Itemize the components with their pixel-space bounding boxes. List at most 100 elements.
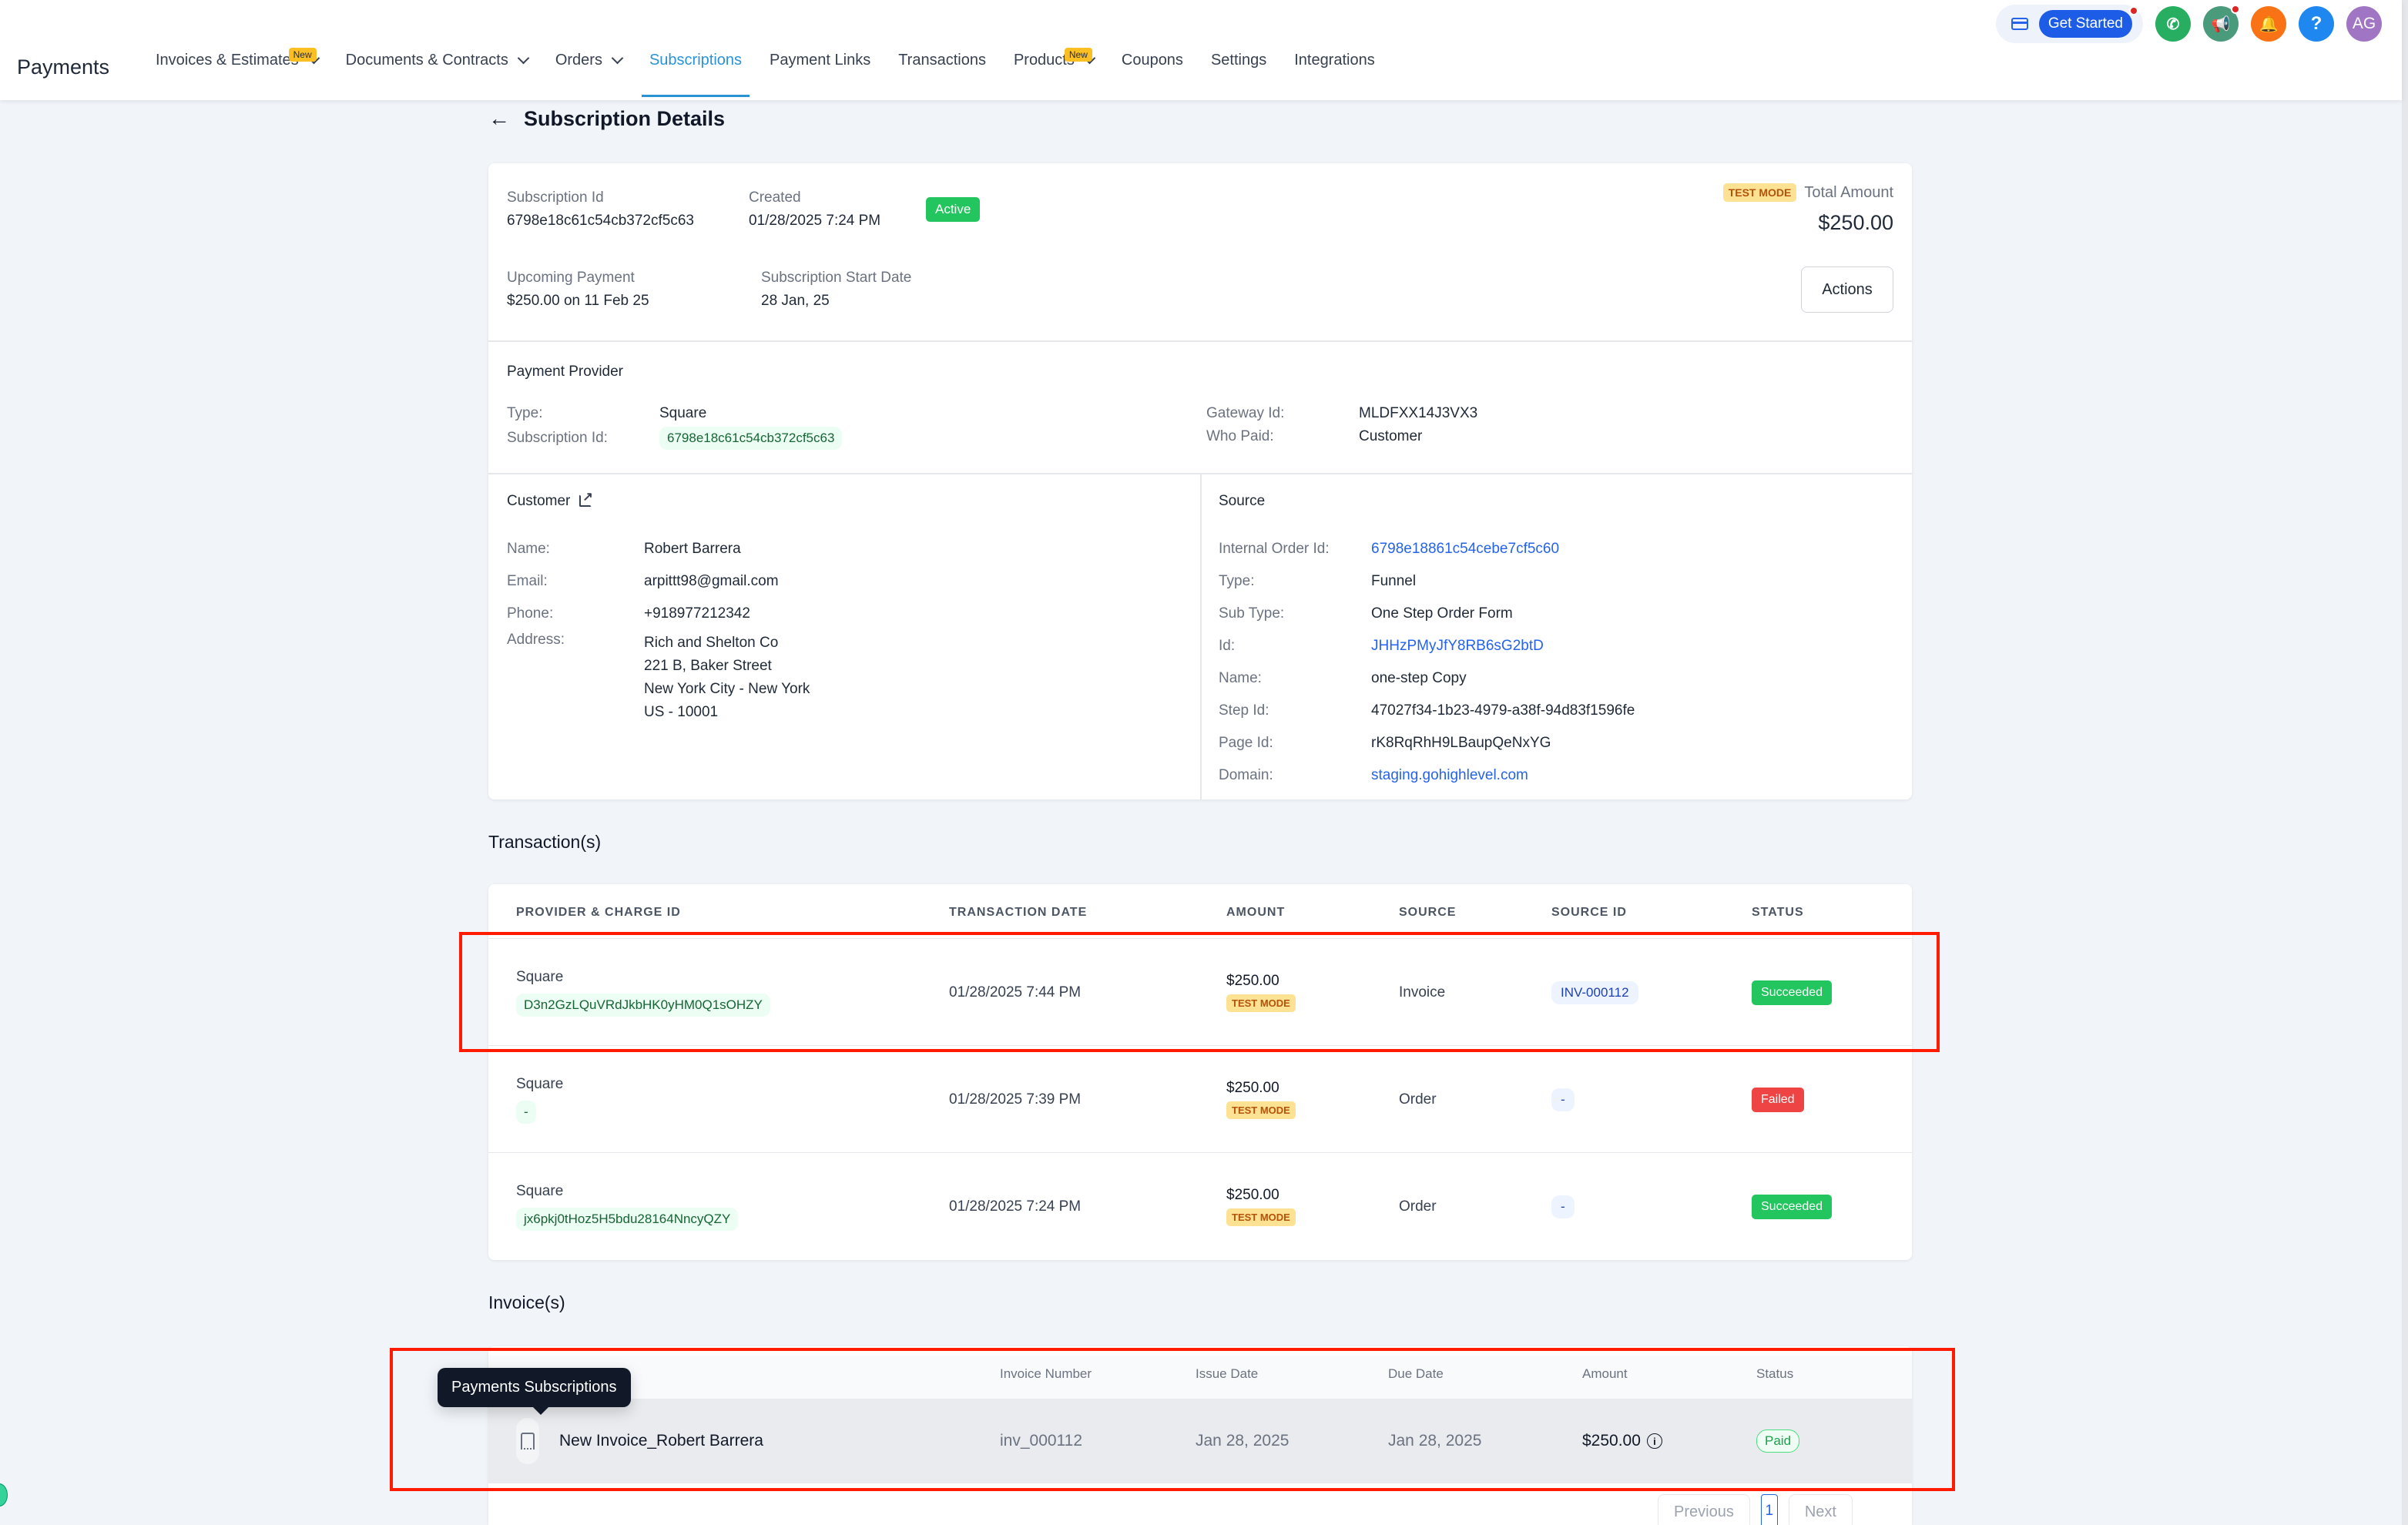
nav-item-transactions[interactable]: Transactions bbox=[884, 0, 1000, 100]
source-field-label: Id: bbox=[1219, 638, 1236, 654]
get-started-button[interactable]: Get Started bbox=[2038, 10, 2132, 38]
source-field-label: Page Id: bbox=[1219, 735, 1273, 751]
megaphone-icon[interactable]: 📢 bbox=[2203, 5, 2240, 42]
transaction-source: Order bbox=[1399, 1091, 1437, 1108]
nav-item-settings[interactable]: Settings bbox=[1197, 0, 1280, 100]
phone-icon[interactable]: ✆ bbox=[2155, 6, 2191, 42]
address-value: Rich and Shelton Co 221 B, Baker Street Ne… bbox=[644, 632, 810, 724]
previous-page-button[interactable]: Previous bbox=[1658, 1494, 1750, 1525]
provider-name: Square bbox=[516, 1075, 564, 1092]
transaction-status-badge: Succeeded bbox=[1752, 1194, 1833, 1219]
nav-item-payment-links[interactable]: Payment Links bbox=[756, 0, 884, 100]
actions-button[interactable]: Actions bbox=[1801, 266, 1893, 313]
page-1-button[interactable]: 1 bbox=[1760, 1494, 1778, 1525]
table-row[interactable]: New Invoice_Robert Barrera inv_000112 Ja… bbox=[488, 1399, 1912, 1483]
table-row[interactable]: Square jx6pkj0tHoz5H5bdu28164NncyQZY 01/… bbox=[488, 1152, 1912, 1259]
new-badge: New bbox=[288, 48, 317, 62]
module-nav: Invoices & Estimates New Documents & Contr… bbox=[142, 0, 1389, 100]
transaction-source: Order bbox=[1399, 1198, 1437, 1215]
source-field-label: Internal Order Id: bbox=[1219, 541, 1330, 557]
provider-type-value: Square bbox=[659, 405, 707, 421]
transactions-table: PROVIDER & CHARGE ID TRANSACTION DATE AMOU… bbox=[488, 884, 1912, 1260]
invoice-status-badge: Paid bbox=[1756, 1429, 1800, 1453]
invoice-name[interactable]: New Invoice_Robert Barrera bbox=[559, 1432, 763, 1450]
address-line: Rich and Shelton Co bbox=[644, 635, 779, 651]
back-arrow-icon[interactable]: ← bbox=[488, 106, 510, 131]
info-icon[interactable]: i bbox=[1646, 1433, 1662, 1449]
side-widget-handle[interactable] bbox=[0, 1483, 8, 1507]
top-navigation-bar: Payments Invoices & Estimates New Document… bbox=[0, 0, 2402, 100]
receipt-icon bbox=[521, 1433, 535, 1450]
source-field-label: Step Id: bbox=[1219, 702, 1269, 719]
column-header: Invoice Number bbox=[1000, 1366, 1092, 1381]
transaction-date: 01/28/2025 7:24 PM bbox=[949, 1198, 1082, 1215]
nav-item-integrations[interactable]: Integrations bbox=[1280, 0, 1389, 100]
help-icon[interactable]: ? bbox=[2299, 6, 2334, 42]
external-link-icon[interactable] bbox=[579, 489, 593, 507]
charge-id-chip: jx6pkj0tHoz5H5bdu28164NncyQZY bbox=[516, 1207, 739, 1231]
transaction-amount: $250.00 bbox=[1226, 973, 1279, 989]
subscription-details-card: Subscription Id 6798e18c61c54cb372cf5c63… bbox=[488, 163, 1912, 799]
source-field-value[interactable]: staging.gohighlevel.com bbox=[1371, 767, 1528, 784]
column-header: SOURCE bbox=[1399, 906, 1457, 919]
column-header: STATUS bbox=[1752, 906, 1804, 919]
credit-card-icon bbox=[2011, 18, 2028, 30]
source-field-value: 47027f34-1b23-4979-a38f-94d83f1596fe bbox=[1371, 702, 1635, 719]
subscription-id-label: Subscription Id bbox=[507, 189, 604, 206]
user-avatar[interactable]: AG bbox=[2346, 6, 2382, 42]
receipt-icon-button[interactable] bbox=[516, 1418, 539, 1464]
source-id-chip[interactable]: - bbox=[1551, 1088, 1575, 1111]
charge-id-chip: - bbox=[516, 1100, 536, 1124]
nav-item-documents-contracts[interactable]: Documents & Contracts bbox=[332, 0, 542, 100]
transaction-status-badge: Failed bbox=[1752, 1087, 1804, 1112]
customer-section-title[interactable]: Customer bbox=[507, 489, 593, 510]
nav-item-orders[interactable]: Orders bbox=[542, 0, 636, 100]
column-header: Issue Date bbox=[1196, 1366, 1259, 1381]
total-amount-label: Total Amount bbox=[1804, 183, 1893, 201]
payment-provider-title: Payment Provider bbox=[507, 364, 624, 380]
transaction-date: 01/28/2025 7:44 PM bbox=[949, 984, 1082, 1000]
who-paid-label: Who Paid: bbox=[1206, 428, 1274, 444]
invoice-amount-cell: $250.00 i bbox=[1582, 1399, 1662, 1483]
gateway-id-value: MLDFXX14J3VX3 bbox=[1359, 405, 1478, 421]
get-started-pill[interactable]: Get Started bbox=[1995, 5, 2143, 43]
invoices-heading: Invoice(s) bbox=[488, 1292, 565, 1312]
bell-icon[interactable]: 🔔 bbox=[2251, 6, 2286, 42]
page-scrollbar[interactable] bbox=[2402, 0, 2408, 1525]
upcoming-payment-value: $250.00 on 11 Feb 25 bbox=[507, 293, 649, 309]
column-header: AMOUNT bbox=[1226, 906, 1286, 919]
test-mode-badge: TEST MODE bbox=[1226, 994, 1296, 1012]
source-field-value[interactable]: JHHzPMyJfY8RB6sG2btD bbox=[1371, 638, 1544, 655]
nav-item-subscriptions[interactable]: Subscriptions bbox=[636, 0, 756, 100]
column-header: Amount bbox=[1582, 1366, 1628, 1381]
source-id-chip[interactable]: INV-000112 bbox=[1551, 980, 1638, 1004]
start-date-value: 28 Jan, 25 bbox=[761, 293, 830, 309]
source-id-chip[interactable]: - bbox=[1551, 1195, 1575, 1218]
column-header: Status bbox=[1756, 1366, 1794, 1381]
customer-field-value: arpittt98@gmail.com bbox=[644, 573, 779, 589]
chevron-down-icon bbox=[611, 52, 624, 64]
transaction-status-badge: Succeeded bbox=[1752, 980, 1833, 1005]
column-header: TRANSACTION DATE bbox=[949, 906, 1088, 919]
test-mode-badge: TEST MODE bbox=[1226, 1208, 1296, 1226]
test-mode-badge: TEST MODE bbox=[1722, 183, 1797, 202]
source-field-label: Domain: bbox=[1219, 767, 1273, 783]
table-row[interactable]: Square - 01/28/2025 7:39 PM $250.00 TEST… bbox=[488, 1045, 1912, 1152]
transaction-amount: $250.00 bbox=[1226, 1187, 1279, 1203]
address-line: 221 B, Baker Street bbox=[644, 658, 772, 674]
source-field-value: Funnel bbox=[1371, 573, 1417, 589]
source-field-value[interactable]: 6798e18861c54cebe7cf5c60 bbox=[1371, 541, 1559, 558]
page-header: ← Subscription Details bbox=[488, 106, 725, 131]
source-field-value: One Step Order Form bbox=[1371, 605, 1513, 622]
invoice-amount: $250.00 bbox=[1582, 1432, 1641, 1450]
table-row[interactable]: Square D3n2GzLQuVRdJkbHK0yHM0Q1sOHZY 01/… bbox=[488, 938, 1912, 1045]
nav-item-invoices-estimates[interactable]: Invoices & Estimates New bbox=[142, 0, 332, 100]
upcoming-payment-label: Upcoming Payment bbox=[507, 270, 635, 286]
nav-item-coupons[interactable]: Coupons bbox=[1108, 0, 1197, 100]
next-page-button[interactable]: Next bbox=[1788, 1494, 1853, 1525]
pagination: Previous 1 Next bbox=[1658, 1494, 1853, 1525]
nav-item-products[interactable]: Products New bbox=[1000, 0, 1108, 100]
new-badge: New bbox=[1064, 48, 1092, 62]
transaction-date: 01/28/2025 7:39 PM bbox=[949, 1091, 1082, 1108]
page-title: Subscription Details bbox=[524, 106, 726, 130]
